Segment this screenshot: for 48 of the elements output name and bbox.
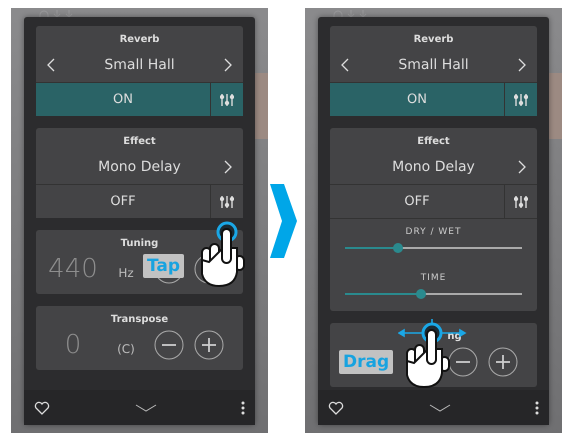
equalizer-icon: [514, 92, 528, 106]
chevron-right-icon: [224, 160, 232, 174]
equalizer-icon: [220, 194, 234, 208]
status-icons: [39, 10, 75, 18]
toggle-button[interactable]: ON: [330, 83, 505, 116]
favorite-button[interactable]: [34, 400, 50, 414]
card-title: Reverb: [412, 33, 454, 47]
card-title: Reverb: [118, 33, 160, 47]
card-title: Effect: [122, 135, 157, 149]
more-button[interactable]: [241, 400, 245, 414]
chevron-right-icon: [518, 160, 526, 174]
minus-button[interactable]: [154, 330, 184, 360]
chevron-right-icon: [224, 58, 232, 72]
minus-button[interactable]: [448, 347, 478, 377]
slider-thumb[interactable]: [393, 243, 404, 253]
unit-text: (C): [116, 341, 136, 356]
preset-name: Small Hall: [397, 57, 470, 73]
slider-label: DRY / WET: [404, 226, 462, 237]
settings-button[interactable]: [211, 83, 243, 116]
preset-name: Mono Delay: [97, 159, 182, 175]
card-title: Transpose: [110, 314, 168, 325]
gesture-tooltip: Drag: [339, 350, 394, 374]
preset-name: Small Hall: [103, 57, 176, 73]
card-title: Tuning: [120, 238, 158, 249]
equalizer-icon: [514, 194, 528, 208]
next-step-arrow-icon: [268, 184, 298, 258]
slider-label: TIME: [420, 272, 448, 283]
status-icons: [333, 10, 369, 18]
settings-button[interactable]: [505, 83, 537, 116]
plus-button[interactable]: [488, 347, 518, 377]
collapse-button[interactable]: [428, 404, 450, 412]
value-text: 440: [48, 254, 98, 284]
toggle-button[interactable]: ON: [36, 83, 211, 116]
chevron-left-icon: [341, 58, 349, 72]
equalizer-icon: [220, 92, 234, 106]
unit-text: Hz: [117, 265, 135, 280]
gesture-tooltip: Tap: [143, 254, 184, 278]
preset-name: Mono Delay: [391, 159, 476, 175]
favorite-button[interactable]: [328, 400, 344, 414]
toggle-button[interactable]: OFF: [36, 185, 211, 218]
collapse-button[interactable]: [134, 404, 156, 412]
plus-button[interactable]: [194, 330, 224, 360]
value-text: 0: [64, 330, 82, 360]
chevron-left-icon: [47, 58, 55, 72]
more-button[interactable]: [535, 400, 539, 414]
chevron-right-icon: [518, 58, 526, 72]
card-title: Effect: [416, 135, 451, 149]
slider-thumb[interactable]: [416, 289, 426, 299]
